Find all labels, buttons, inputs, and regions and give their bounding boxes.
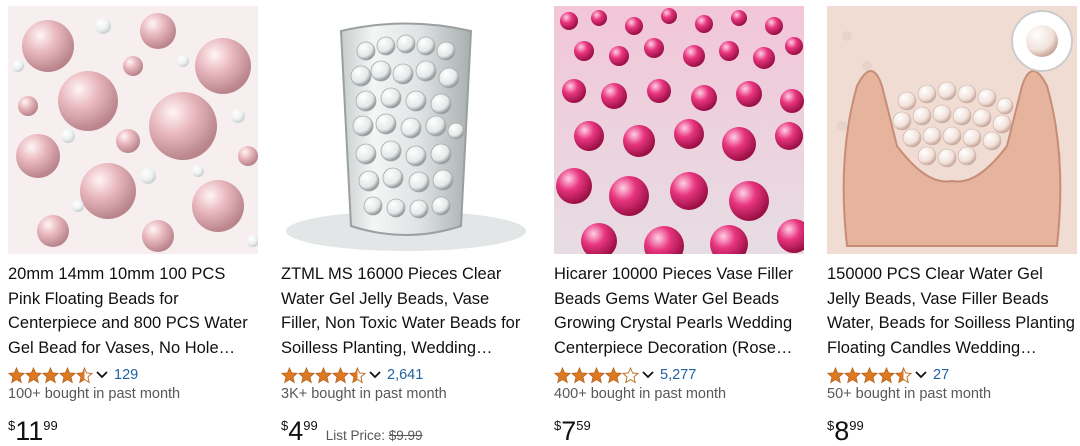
rating-row[interactable]: 5,277 — [554, 364, 696, 386]
star-full-icon — [605, 366, 622, 383]
price[interactable]: $ 7 59 — [554, 416, 591, 446]
product-card: 150000 PCS Clear Water Gel Jelly Beads, … — [819, 0, 1077, 446]
chevron-down-icon[interactable] — [96, 370, 108, 380]
chevron-down-icon[interactable] — [369, 370, 381, 380]
list-price-value: $9.99 — [388, 428, 423, 443]
star-full-icon — [878, 366, 895, 383]
star-full-icon — [588, 366, 605, 383]
star-full-icon — [281, 366, 298, 383]
rating-row[interactable]: 129 — [8, 364, 138, 386]
star-full-icon — [844, 366, 861, 383]
star-full-icon — [59, 366, 76, 383]
price[interactable]: $ 8 99 — [827, 416, 864, 446]
star-empty-icon — [622, 366, 639, 383]
price-fraction: 99 — [43, 418, 58, 433]
chevron-down-icon[interactable] — [915, 370, 927, 380]
rating-count-link[interactable]: 27 — [933, 367, 949, 383]
product-title[interactable]: 150000 PCS Clear Water Gel Jelly Beads, … — [827, 262, 1077, 360]
product-title[interactable]: ZTML MS 16000 Pieces Clear Water Gel Jel… — [281, 262, 531, 360]
product-image[interactable] — [281, 6, 531, 254]
star-half-icon — [895, 366, 912, 383]
rating-row[interactable]: 27 — [827, 364, 949, 386]
star-half-icon — [76, 366, 93, 383]
clear-beads-vase-image[interactable] — [281, 6, 531, 254]
price-whole: 4 — [288, 416, 304, 446]
product-card: 20mm 14mm 10mm 100 PCS Pink Floating Bea… — [0, 0, 258, 446]
star-full-icon — [861, 366, 878, 383]
star-rating[interactable] — [554, 366, 639, 384]
star-half-icon — [349, 366, 366, 383]
product-image[interactable] — [827, 6, 1077, 254]
product-title[interactable]: 20mm 14mm 10mm 100 PCS Pink Floating Bea… — [8, 262, 258, 360]
star-rating[interactable] — [281, 366, 366, 384]
star-full-icon — [554, 366, 571, 383]
bought-count: 3K+ bought in past month — [281, 386, 447, 402]
product-title[interactable]: Hicarer 10000 Pieces Vase Filler Beads G… — [554, 262, 804, 360]
pink-pearl-beads-image[interactable] — [8, 6, 258, 254]
star-full-icon — [298, 366, 315, 383]
price-fraction: 99 — [849, 418, 864, 433]
product-image[interactable] — [8, 6, 258, 254]
star-full-icon — [827, 366, 844, 383]
rating-row[interactable]: 2,641 — [281, 364, 423, 386]
bought-count: 100+ bought in past month — [8, 386, 181, 402]
rating-count-link[interactable]: 129 — [114, 367, 138, 383]
list-price: List Price: $9.99 — [326, 428, 423, 443]
bought-count: 50+ bought in past month — [827, 386, 992, 402]
price-symbol: $ — [554, 418, 562, 433]
rose-gel-beads-image[interactable] — [554, 6, 804, 254]
product-card: Hicarer 10000 Pieces Vase Filler Beads G… — [546, 0, 804, 446]
star-full-icon — [8, 366, 25, 383]
product-grid: 20mm 14mm 10mm 100 PCS Pink Floating Bea… — [0, 0, 1080, 446]
price-fraction: 99 — [303, 418, 318, 433]
rating-count-link[interactable]: 5,277 — [660, 367, 696, 383]
star-full-icon — [332, 366, 349, 383]
star-rating[interactable] — [8, 366, 93, 384]
price-symbol: $ — [827, 418, 835, 433]
star-full-icon — [42, 366, 59, 383]
chevron-down-icon[interactable] — [642, 370, 654, 380]
rating-count-link[interactable]: 2,641 — [387, 367, 423, 383]
price-symbol: $ — [281, 418, 289, 433]
price[interactable]: $ 4 99 List Price: $9.99 — [281, 416, 423, 446]
hands-clear-beads-image[interactable] — [827, 6, 1077, 254]
star-full-icon — [315, 366, 332, 383]
price-whole: 8 — [834, 416, 850, 446]
list-price-label: List Price: — [325, 428, 386, 443]
price-fraction: 59 — [576, 418, 591, 433]
bought-count: 400+ bought in past month — [554, 386, 727, 402]
price[interactable]: $ 11 99 — [8, 416, 58, 446]
price-whole: 7 — [561, 416, 577, 446]
price-whole: 11 — [15, 416, 44, 446]
product-card: ZTML MS 16000 Pieces Clear Water Gel Jel… — [273, 0, 531, 446]
price-symbol: $ — [8, 418, 16, 433]
star-rating[interactable] — [827, 366, 912, 384]
star-full-icon — [571, 366, 588, 383]
product-image[interactable] — [554, 6, 804, 254]
star-full-icon — [25, 366, 42, 383]
